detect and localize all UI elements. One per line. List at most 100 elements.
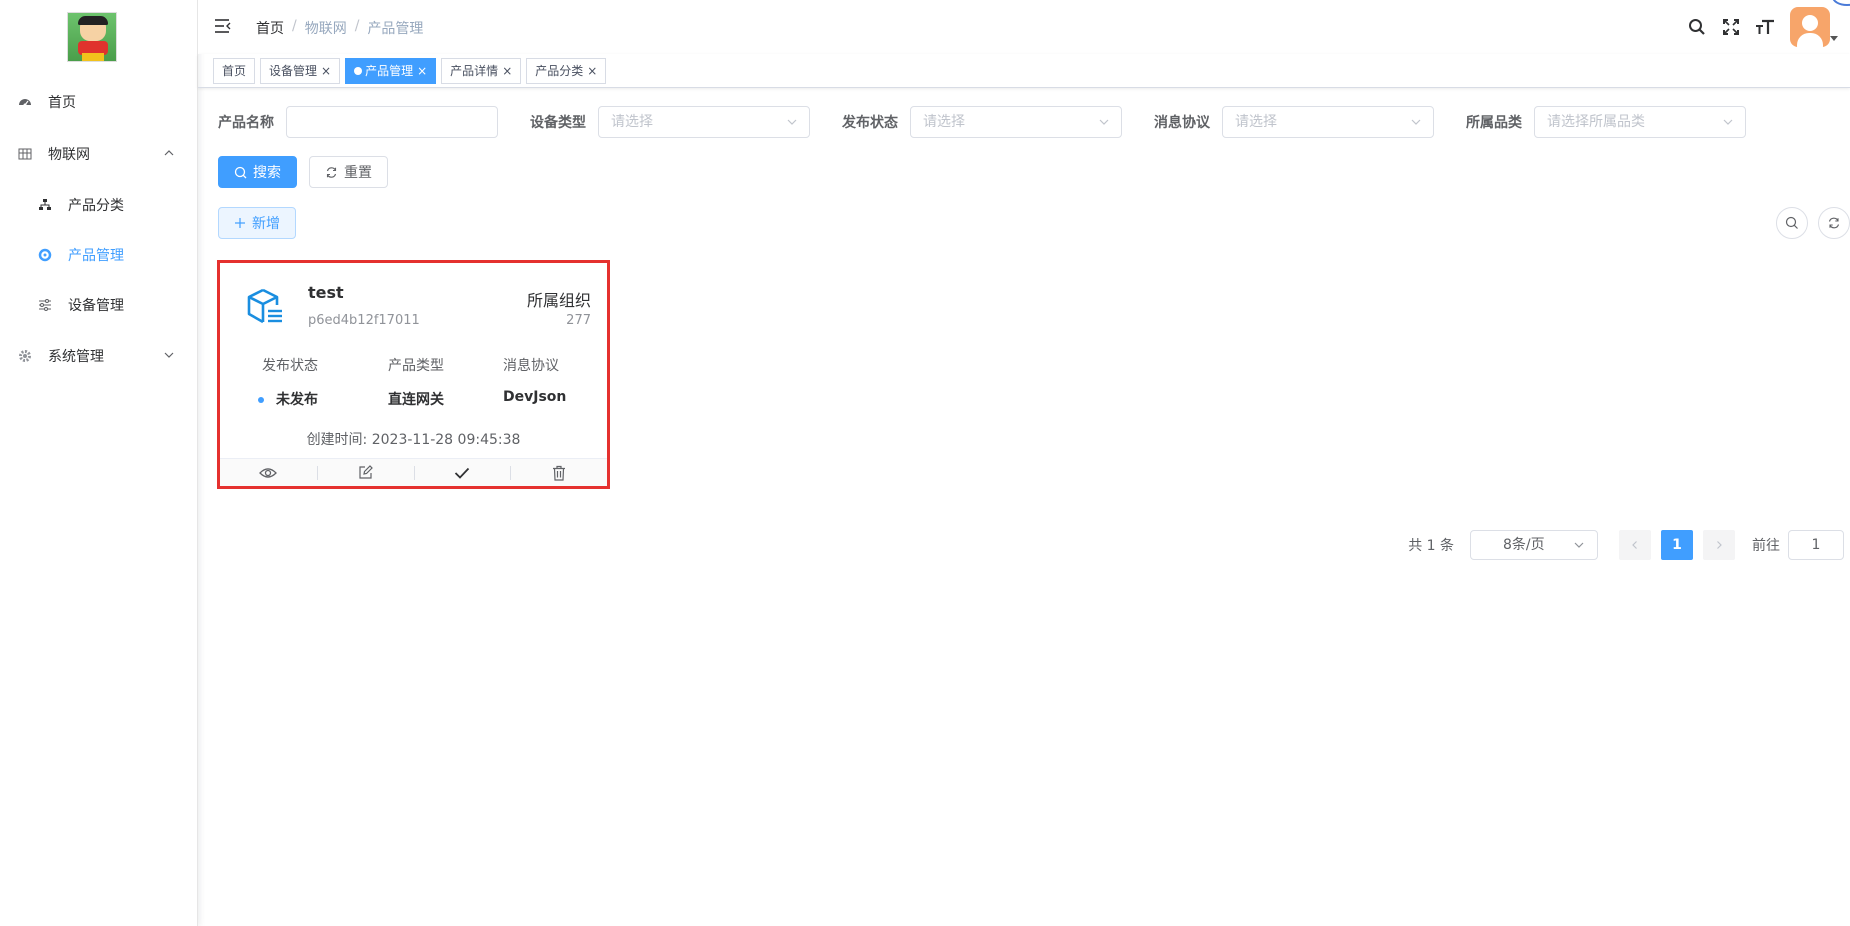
sidebar-item-label: 首页	[48, 95, 76, 111]
org-value: 277	[566, 313, 591, 328]
edit-icon	[359, 465, 373, 479]
breadcrumb: 首页 / 物联网 / 产品管理	[256, 18, 431, 38]
sidebar-item-system[interactable]: 系统管理	[0, 330, 198, 382]
tag-product-category[interactable]: 产品分类 ×	[526, 57, 607, 84]
toggle-search-button[interactable]	[1776, 207, 1808, 239]
search-icon	[234, 166, 247, 178]
reset-button[interactable]: 重置	[309, 156, 388, 188]
tag-device-management[interactable]: 设备管理 ×	[260, 57, 341, 84]
product-name: test	[308, 283, 344, 302]
hamburger-icon[interactable]	[214, 18, 232, 34]
button-label: 新增	[252, 216, 280, 232]
prev-page-button[interactable]	[1619, 530, 1651, 560]
edit-button[interactable]	[316, 459, 414, 487]
search-icon[interactable]	[1680, 10, 1714, 44]
filter-protocol: 消息协议 请选择	[1154, 106, 1434, 138]
delete-button[interactable]	[510, 459, 607, 487]
page-size-value: 8条/页	[1503, 537, 1545, 553]
breadcrumb-iot: 物联网	[304, 21, 347, 37]
select-placeholder: 请选择所属品类	[1547, 114, 1645, 130]
gear-icon	[18, 349, 32, 363]
main-content: 产品名称 设备类型 请选择 发布状态 请选择 消息协议 请选择 所属品类 请选择…	[198, 88, 1850, 926]
filter-product-name: 产品名称	[218, 106, 498, 138]
goto-page-input[interactable]: 1	[1788, 530, 1844, 560]
product-type-col: 产品类型 直连网关	[388, 355, 444, 409]
category-select[interactable]: 请选择所属品类	[1534, 106, 1746, 138]
select-placeholder: 请选择	[611, 114, 653, 130]
font-size-icon[interactable]	[1748, 10, 1782, 44]
filter-label: 消息协议	[1154, 115, 1210, 131]
product-code: p6ed4b12f17011	[308, 313, 420, 328]
search-icon	[1785, 216, 1798, 229]
chevron-down-icon	[787, 119, 797, 125]
sidebar-item-product-management[interactable]: 产品管理	[0, 230, 198, 280]
filter-category: 所属品类 请选择所属品类	[1466, 106, 1746, 138]
dashboard-icon	[18, 95, 32, 109]
tag-label: 产品分类	[535, 63, 584, 78]
product-name-input[interactable]	[286, 106, 498, 138]
col-value: DevJson	[503, 389, 567, 405]
table-tools	[1766, 207, 1850, 239]
pagination-total: 共 1 条	[1408, 538, 1454, 554]
tag-label: 产品管理	[365, 63, 414, 78]
sidebar: 首页 物联网 产品分类 产品管理 设备管理 系统管理	[0, 0, 198, 926]
breadcrumb-separator: /	[292, 18, 297, 34]
tag-label: 首页	[222, 63, 247, 78]
page-number-current[interactable]: 1	[1661, 530, 1693, 560]
eye-icon	[259, 467, 278, 478]
avatar[interactable]	[1790, 7, 1830, 47]
status-value: 未发布	[276, 392, 318, 408]
tag-label: 设备管理	[269, 63, 318, 78]
tag-home[interactable]: 首页	[213, 57, 256, 84]
refresh-icon	[1828, 217, 1840, 229]
sidebar-item-label: 系统管理	[48, 349, 104, 365]
device-type-select[interactable]: 请选择	[598, 106, 810, 138]
button-label: 搜索	[253, 165, 281, 181]
publish-status-select[interactable]: 请选择	[910, 106, 1122, 138]
chevron-down-icon	[1574, 542, 1584, 548]
close-icon[interactable]: ×	[321, 59, 331, 83]
sidebar-item-product-category[interactable]: 产品分类	[0, 180, 198, 230]
publish-button[interactable]	[413, 459, 511, 487]
close-icon[interactable]: ×	[417, 59, 427, 83]
trash-icon	[552, 465, 565, 481]
filter-label: 产品名称	[218, 115, 274, 131]
close-icon[interactable]: ×	[587, 59, 597, 83]
add-button[interactable]: 新增	[218, 207, 296, 239]
search-form: 产品名称 设备类型 请选择 发布状态 请选择 消息协议 请选择 所属品类 请选择…	[218, 106, 1746, 138]
next-page-button[interactable]	[1703, 530, 1735, 560]
product-card[interactable]: test p6ed4b12f17011 所属组织 277 发布状态 未发布 产品…	[217, 260, 610, 489]
card-actions	[220, 458, 607, 486]
chevron-down-icon	[164, 352, 174, 358]
sliders-icon	[38, 298, 52, 312]
sidebar-item-device-management[interactable]: 设备管理	[0, 280, 198, 330]
tag-product-management[interactable]: 产品管理 ×	[345, 57, 437, 84]
refresh-icon	[326, 166, 337, 178]
caret-down-icon[interactable]	[1830, 36, 1838, 41]
chevron-down-icon	[1723, 119, 1733, 125]
fullscreen-icon[interactable]	[1714, 10, 1748, 44]
status-dot	[258, 397, 264, 403]
sidebar-nav: 首页 物联网 产品分类 产品管理 设备管理 系统管理	[0, 76, 198, 382]
check-icon	[454, 467, 470, 479]
chevron-down-icon	[1411, 119, 1421, 125]
app-root: 首页 物联网 产品分类 产品管理 设备管理 系统管理 首页 / 物联网 / 产品…	[0, 0, 1850, 926]
active-dot-icon	[354, 66, 363, 75]
refresh-button[interactable]	[1818, 207, 1850, 239]
grid-icon	[18, 147, 32, 161]
pagination: 共 1 条 8条/页 1 前往 1	[1408, 530, 1844, 560]
tag-product-detail[interactable]: 产品详情 ×	[441, 57, 522, 84]
product-cube-icon	[247, 288, 282, 324]
publish-status-col: 发布状态 未发布	[258, 355, 318, 409]
sidebar-item-iot[interactable]: 物联网	[0, 128, 198, 180]
breadcrumb-home[interactable]: 首页	[256, 18, 284, 38]
sidebar-item-home[interactable]: 首页	[0, 76, 198, 128]
chevron-down-icon	[1099, 119, 1109, 125]
page-size-select[interactable]: 8条/页	[1470, 530, 1598, 560]
protocol-select[interactable]: 请选择	[1222, 106, 1434, 138]
view-button[interactable]	[220, 459, 317, 487]
search-button[interactable]: 搜索	[218, 156, 297, 188]
close-icon[interactable]: ×	[502, 59, 512, 83]
logo	[67, 12, 117, 62]
goto-label: 前往	[1752, 538, 1780, 554]
